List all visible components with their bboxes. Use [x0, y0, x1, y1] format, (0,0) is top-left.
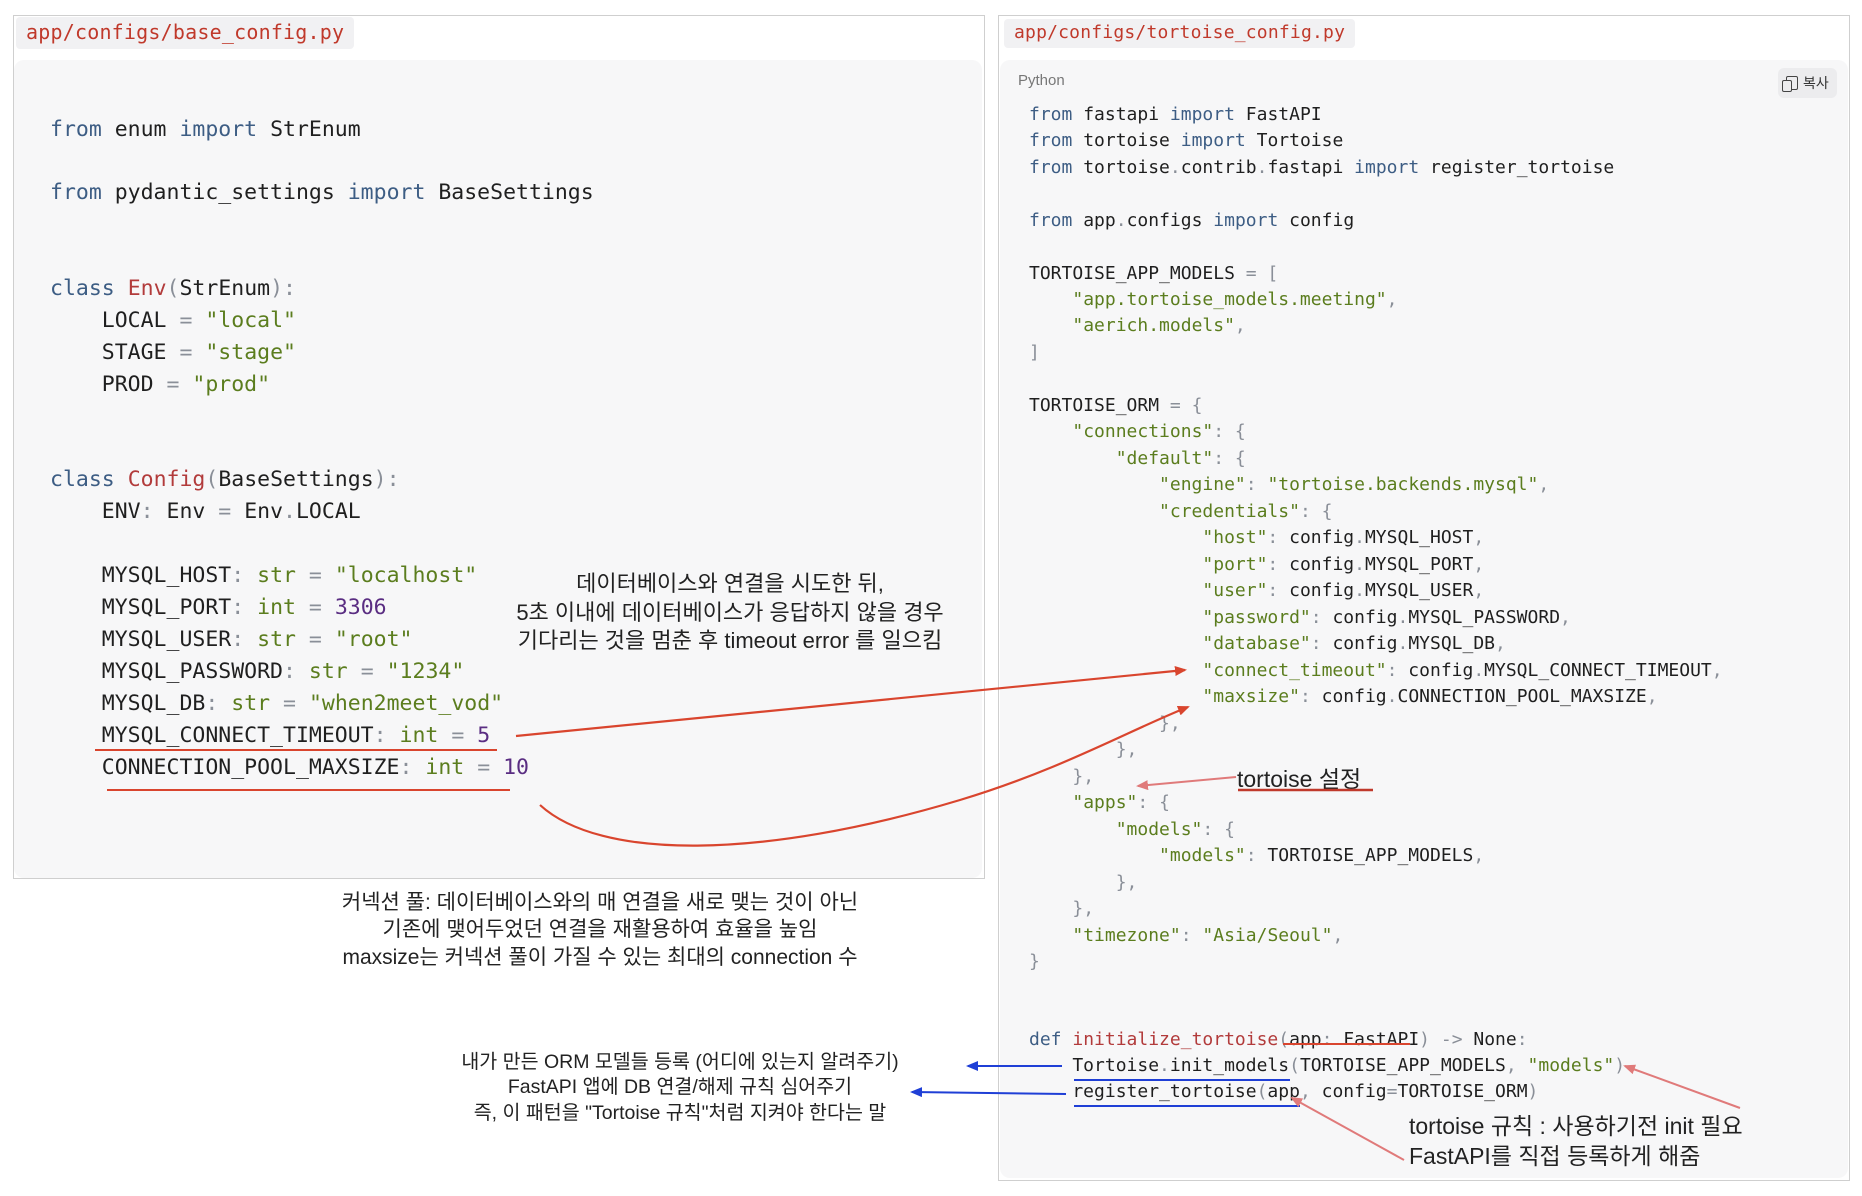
maxsize-arrow [539, 705, 1190, 847]
timeout-arrow [515, 666, 1187, 738]
register-rule-arrow [1290, 1097, 1405, 1161]
init-rule-arrow [1623, 1064, 1741, 1109]
annotation-overlay [95, 666, 1741, 1161]
register-arrow [910, 1087, 1067, 1098]
tortoise-setting-arrow [1136, 776, 1237, 791]
